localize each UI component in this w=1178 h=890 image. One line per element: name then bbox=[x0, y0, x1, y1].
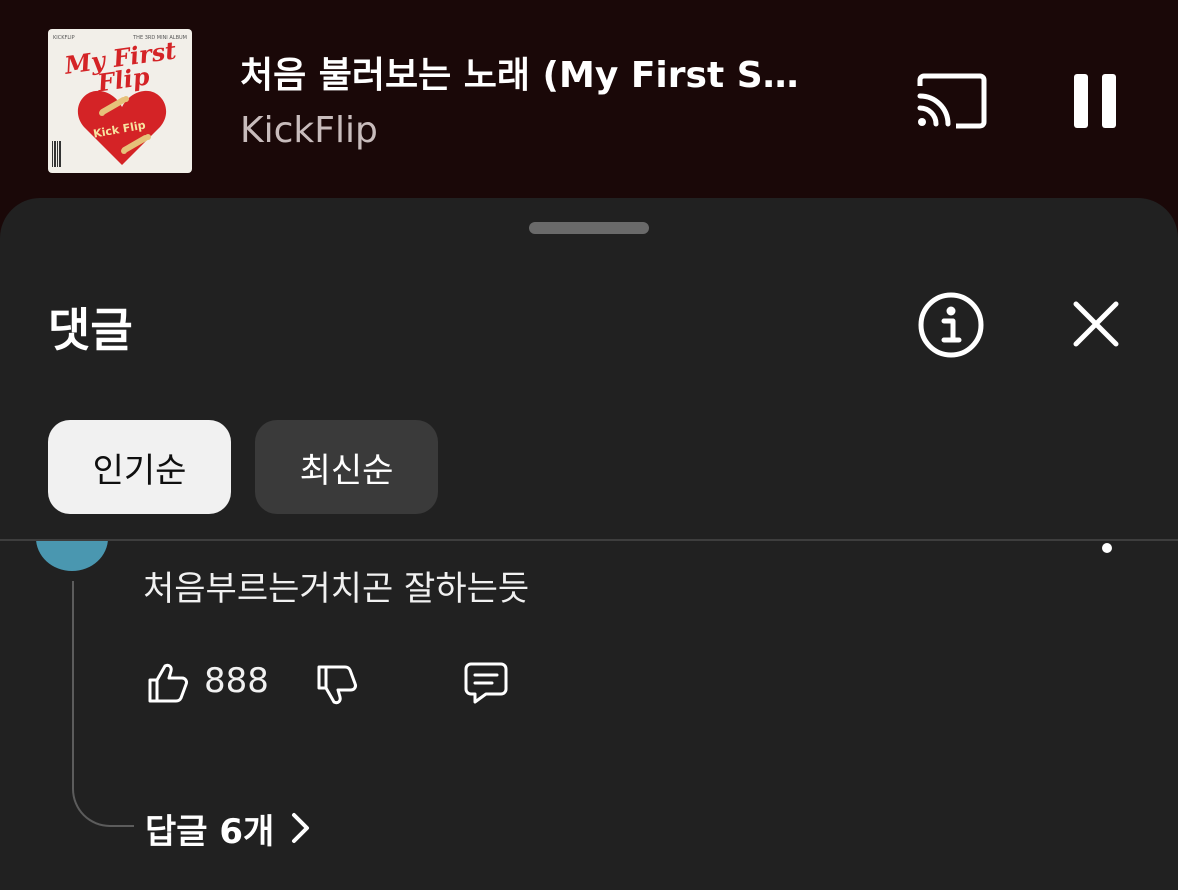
replies-label: 답글 6개 bbox=[145, 811, 275, 852]
album-art[interactable]: KICKFLIP THE 3RD MINI ALBUM My First Fli… bbox=[48, 29, 192, 173]
comment-text: 처음부르는거치곤 잘하는듯 bbox=[143, 569, 530, 609]
like-count: 888 bbox=[204, 661, 269, 701]
drag-handle[interactable] bbox=[529, 222, 649, 234]
cast-icon bbox=[917, 73, 987, 129]
comment-item: 처음부르는거치곤 잘하는듯 888 답글 6개 bbox=[0, 541, 1178, 890]
like-button[interactable] bbox=[146, 661, 190, 705]
thread-line bbox=[72, 581, 134, 827]
sort-chip-popular[interactable]: 인기순 bbox=[48, 420, 231, 514]
close-icon bbox=[1073, 301, 1119, 347]
info-button[interactable] bbox=[916, 290, 986, 360]
comments-panel: 댓글 인기순 최신순 처음부르는거치곤 잘하는듯 888 답글 6개 bbox=[0, 198, 1178, 890]
thumbs-up-icon bbox=[148, 663, 188, 703]
pause-icon bbox=[1074, 74, 1116, 128]
thumbs-down-icon bbox=[317, 665, 357, 705]
avatar[interactable] bbox=[36, 541, 108, 571]
heart-skateboard-icon: Kick Flip bbox=[77, 90, 167, 165]
chevron-right-icon bbox=[292, 813, 310, 843]
view-replies-button[interactable]: 답글 6개 bbox=[145, 803, 312, 853]
panel-title: 댓글 bbox=[48, 303, 133, 357]
more-options-icon[interactable] bbox=[1102, 543, 1112, 553]
close-button[interactable] bbox=[1070, 298, 1122, 350]
album-art-label-left: KICKFLIP bbox=[53, 35, 75, 41]
dislike-button[interactable] bbox=[315, 663, 359, 707]
reply-button[interactable] bbox=[462, 659, 510, 707]
pause-button[interactable] bbox=[1070, 72, 1120, 130]
mini-player[interactable]: KICKFLIP THE 3RD MINI ALBUM My First Fli… bbox=[0, 0, 1178, 200]
barcode bbox=[52, 141, 62, 167]
sort-chip-newest[interactable]: 최신순 bbox=[255, 420, 438, 514]
cast-button[interactable] bbox=[916, 72, 988, 130]
comment-icon bbox=[464, 662, 508, 704]
info-icon bbox=[918, 292, 984, 358]
track-artist[interactable]: KickFlip bbox=[240, 110, 378, 151]
track-title[interactable]: 처음 불러보는 노래 (My First Song) bbox=[240, 46, 800, 98]
